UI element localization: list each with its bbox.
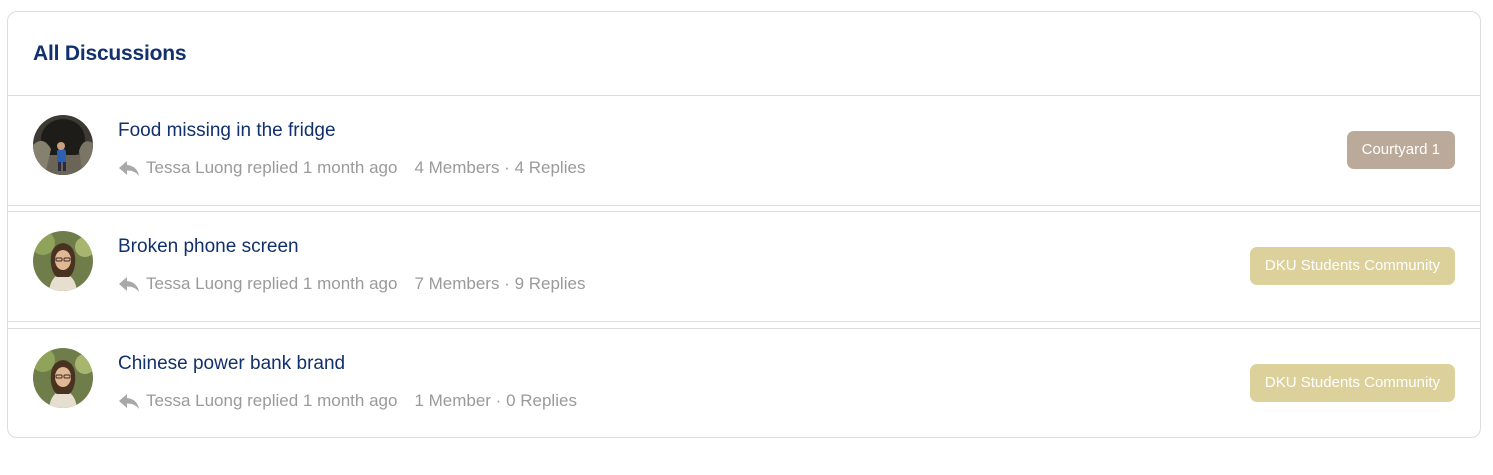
avatar[interactable] [33,231,93,291]
avatar[interactable] [33,115,93,175]
group-badge[interactable]: DKU Students Community [1249,247,1455,285]
activity-time: 1 month ago [302,391,398,410]
reply-icon [119,161,139,176]
group-badge[interactable]: DKU Students Community [1249,364,1455,402]
discussion-title[interactable]: Chinese power bank brand [118,353,345,375]
discussion-row[interactable]: Food missing in the fridge Tessa Luong r… [8,96,1480,206]
discussion-row[interactable]: Broken phone screen Tessa Luong replied … [8,211,1480,322]
author-name[interactable]: Tessa Luong [146,391,242,411]
discussion-title[interactable]: Broken phone screen [118,236,299,258]
author-name[interactable]: Tessa Luong [146,274,242,294]
activity-label: replied [247,391,299,410]
group-badge[interactable]: Courtyard 1 [1346,131,1455,169]
activity-time: 1 month ago [302,274,398,293]
discussion-title[interactable]: Food missing in the fridge [118,120,336,142]
portrait-photo-icon [33,348,93,408]
cave-photo-icon [33,115,93,175]
discussion-row[interactable]: Chinese power bank brand Tessa Luong rep… [8,328,1480,438]
discussion-stats: 7 Members · 9 Replies [414,274,586,293]
activity-time: 1 month ago [302,158,398,177]
activity-label: replied [247,158,299,177]
discussion-meta: Tessa Luong replied 1 month ago 7 Member… [118,274,585,294]
author-name[interactable]: Tessa Luong [146,158,242,178]
discussion-stats: 1 Member · 0 Replies [414,391,577,410]
discussion-meta: Tessa Luong replied 1 month ago 4 Member… [118,158,585,178]
portrait-photo-icon [33,231,93,291]
activity-label: replied [247,274,299,293]
page-title: All Discussions [33,41,187,65]
discussion-stats: 4 Members · 4 Replies [414,158,586,177]
avatar[interactable] [33,348,93,408]
panel-header: All Discussions [8,12,1480,96]
discussions-panel: All Discussions Food missing in the frid… [7,11,1481,438]
discussion-meta: Tessa Luong replied 1 month ago 1 Member… [118,391,577,411]
reply-icon [119,277,139,292]
reply-icon [119,394,139,409]
